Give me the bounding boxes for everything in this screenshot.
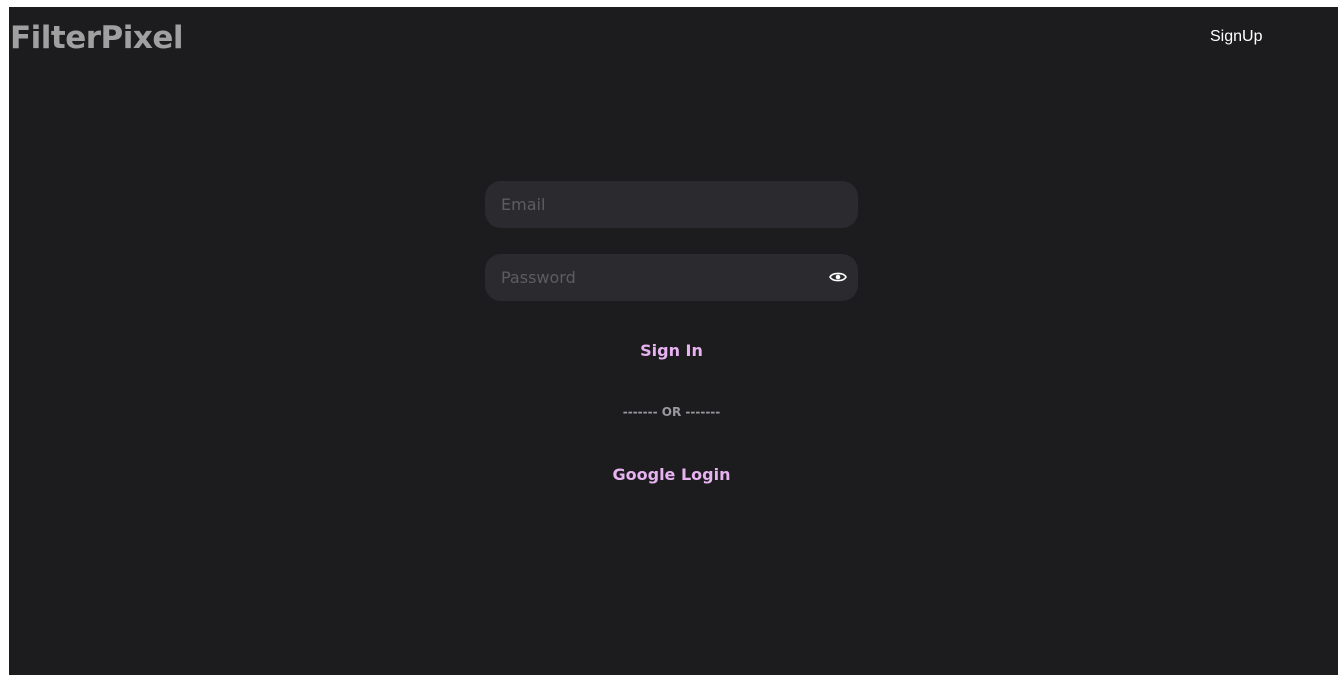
sign-in-button[interactable]: Sign In xyxy=(485,341,858,363)
signup-link[interactable]: SignUp xyxy=(1210,27,1262,47)
password-field-container xyxy=(485,254,858,301)
app-window: FilterPixel SignUp Sign In ------- OR --… xyxy=(9,7,1338,675)
google-login-button[interactable]: Google Login xyxy=(485,465,858,487)
email-input[interactable] xyxy=(485,181,858,228)
or-divider: ------- OR ------- xyxy=(622,405,721,419)
email-field-container xyxy=(485,181,858,228)
eye-icon[interactable] xyxy=(828,267,848,287)
brand-logo: FilterPixel xyxy=(10,20,184,56)
password-input[interactable] xyxy=(485,254,858,301)
